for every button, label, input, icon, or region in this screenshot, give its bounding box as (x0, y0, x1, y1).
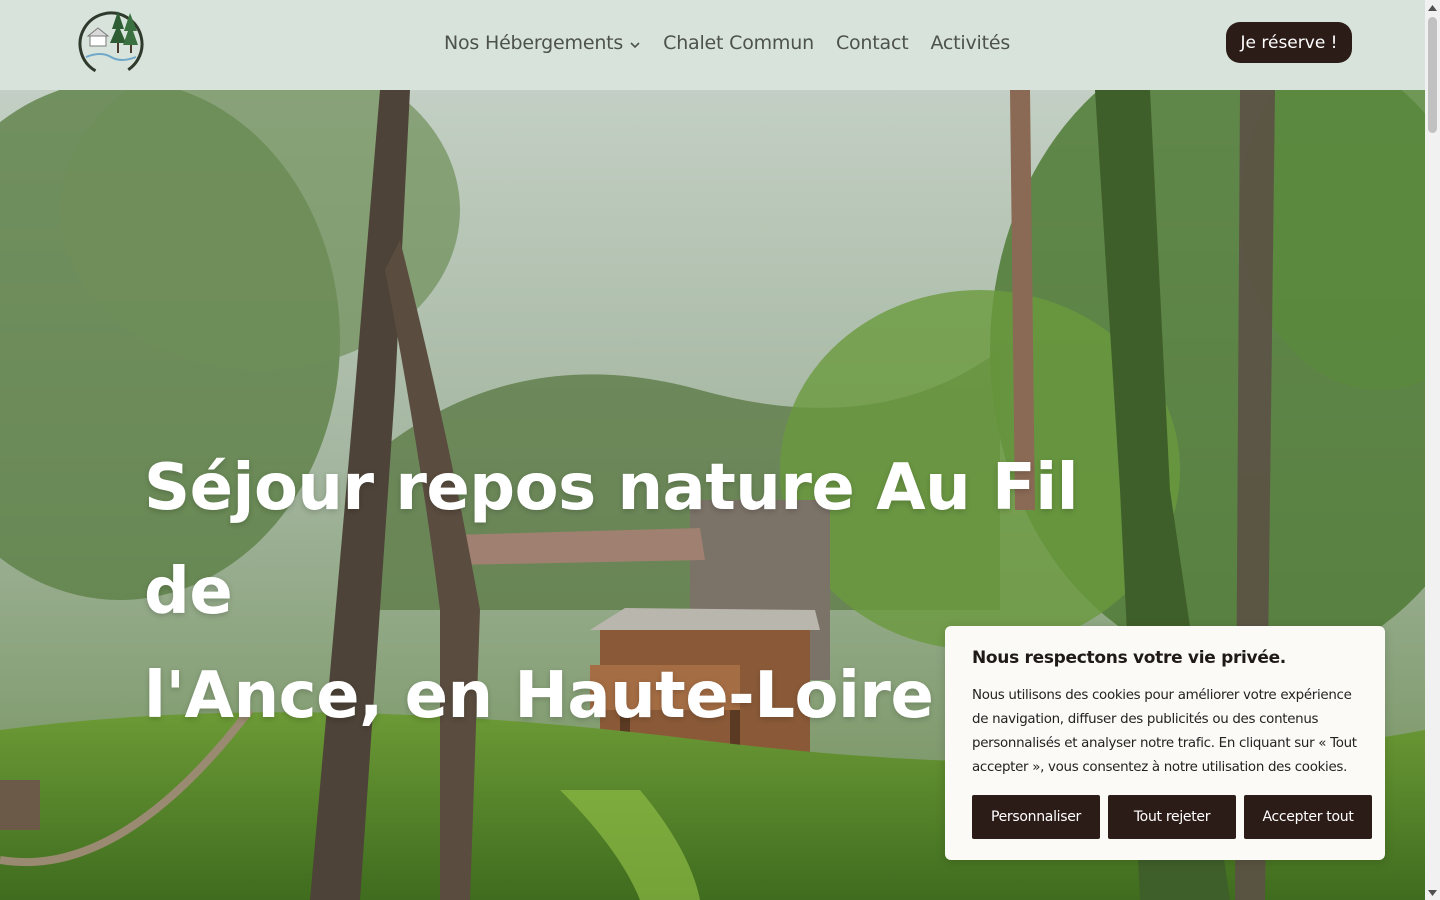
nav-item-contact[interactable]: Contact (836, 32, 909, 54)
reject-all-button[interactable]: Tout rejeter (1108, 795, 1236, 839)
cookie-banner-title: Nous respectons votre vie privée. (972, 648, 1286, 668)
chevron-down-icon (630, 41, 640, 48)
scrollbar-thumb[interactable] (1428, 17, 1437, 133)
cookie-banner-text: Nous utilisons des cookies pour améliore… (972, 688, 1357, 775)
cookie-banner-actions: Personnaliser Tout rejeter Accepter tout (972, 795, 1372, 839)
nav-item-hebergements[interactable]: Nos Hébergements (444, 32, 641, 54)
nav-item-activites[interactable]: Activités (930, 32, 1010, 54)
logo-icon (78, 11, 144, 77)
nav-item-label: Activités (930, 32, 1011, 54)
nav-item-chalet-commun[interactable]: Chalet Commun (663, 32, 814, 54)
page-scrollbar[interactable] (1425, 0, 1440, 900)
customize-button[interactable]: Personnaliser (972, 795, 1100, 839)
main-nav: Nos Hébergements Chalet Commun Contact A… (444, 26, 1010, 60)
hero-title-line-1: Séjour repos nature Au Fil de (144, 451, 1079, 629)
scroll-up-arrow-icon[interactable] (1425, 0, 1440, 15)
nav-item-label: Nos Hébergements (444, 32, 624, 54)
cookie-banner: Nous respectons votre vie privée. Nous u… (945, 626, 1385, 860)
nav-item-label: Contact (835, 32, 909, 54)
site-header: Nos Hébergements Chalet Commun Contact A… (0, 0, 1425, 90)
site-logo[interactable] (76, 7, 146, 77)
scroll-down-arrow-icon[interactable] (1425, 885, 1440, 900)
nav-item-label: Chalet Commun (663, 32, 814, 54)
accept-all-button[interactable]: Accepter tout (1244, 795, 1372, 839)
reserve-button[interactable]: Je réserve ! (1226, 22, 1352, 63)
